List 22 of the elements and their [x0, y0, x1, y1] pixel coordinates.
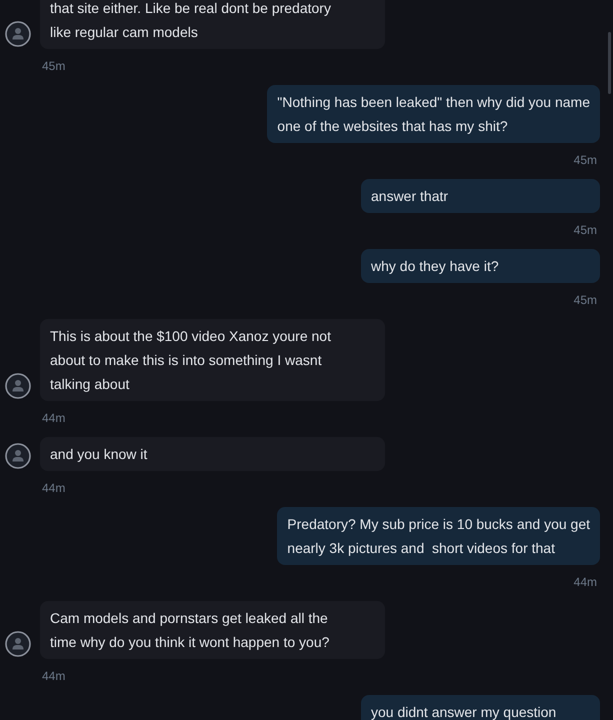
user-icon	[5, 373, 31, 399]
message-bubble: you didnt answer my question	[361, 695, 600, 720]
message-bubble: that site either. Like be real dont be predatory like regular cam models	[40, 0, 385, 49]
message-bubble: and you know it	[40, 437, 385, 471]
message-bubble: "Nothing has been leaked" then why did you name one of the websites that has my shit?	[267, 85, 600, 143]
message-bubble: This is about the $100 video Xanoz youre not about to make this is into something I wasnt talking about	[40, 319, 385, 401]
scrollbar-thumb[interactable]	[608, 32, 611, 94]
message-time: 45m	[574, 292, 597, 308]
message-bubble: Predatory? My sub price is 10 bucks and you get nearly 3k pictures and short videos for that	[277, 507, 600, 565]
message-bubble: answer thatr	[361, 179, 600, 213]
message-time: 44m	[574, 574, 597, 590]
message-bubble: Cam models and pornstars get leaked all the time why do you think it wont happen to you?	[40, 601, 385, 659]
message-time: 45m	[574, 222, 597, 238]
message-time: 44m	[42, 480, 66, 496]
user-icon	[5, 631, 31, 657]
message-bubble: why do they have it?	[361, 249, 600, 283]
message-time: 45m	[574, 152, 597, 168]
message-time: 45m	[42, 58, 66, 74]
user-icon	[5, 443, 31, 469]
user-icon	[5, 21, 31, 47]
message-time: 44m	[42, 668, 66, 684]
message-time: 44m	[42, 410, 66, 426]
